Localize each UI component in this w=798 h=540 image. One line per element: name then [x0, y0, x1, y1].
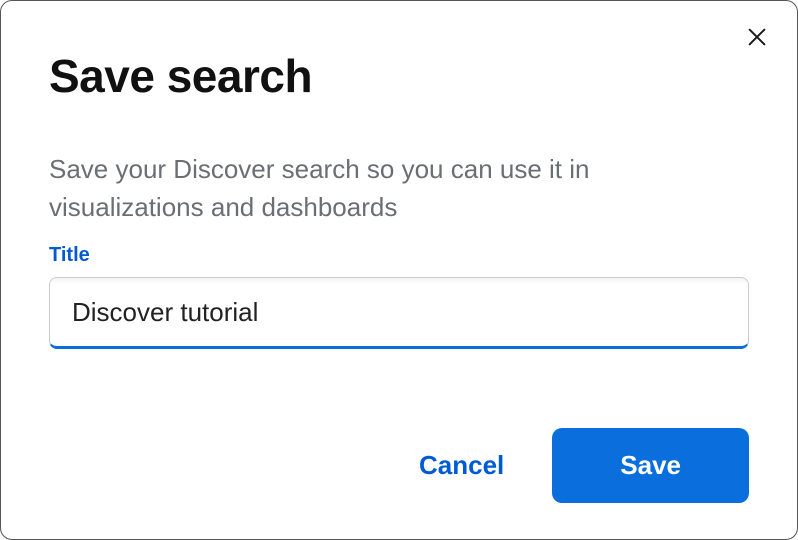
save-search-modal: Save search Save your Discover search so… [0, 0, 798, 540]
modal-description: Save your Discover search so you can use… [49, 151, 749, 226]
close-icon [746, 26, 768, 48]
modal-title: Save search [49, 49, 749, 103]
cancel-button[interactable]: Cancel [415, 442, 508, 489]
modal-footer: Cancel Save [415, 428, 749, 503]
title-field-label: Title [49, 244, 749, 267]
title-input[interactable] [49, 277, 749, 349]
save-button[interactable]: Save [552, 428, 749, 503]
close-button[interactable] [741, 21, 773, 53]
